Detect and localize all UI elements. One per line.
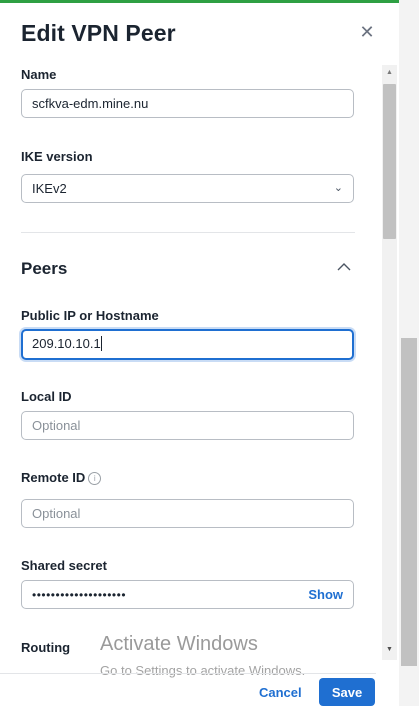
public-ip-field[interactable]: 209.10.10.1 <box>21 329 354 360</box>
peers-section-title: Peers <box>21 259 68 278</box>
top-accent-bar <box>0 0 419 3</box>
close-icon[interactable]: ✕ <box>357 22 377 42</box>
scroll-up-arrow-icon[interactable]: ▲ <box>382 66 397 80</box>
ike-version-label: IKE version <box>21 149 93 164</box>
local-id-label: Local ID <box>21 389 72 404</box>
shared-secret-field[interactable]: •••••••••••••••••••• Show <box>21 580 354 609</box>
remote-id-label-text: Remote ID <box>21 470 86 485</box>
activate-windows-subtitle: Go to Settings to activate Windows. <box>100 663 306 678</box>
chevron-down-icon: ⌄ <box>333 182 343 194</box>
chevron-up-icon[interactable] <box>336 259 352 275</box>
dialog-scrollbar-thumb[interactable] <box>383 84 396 239</box>
local-id-field[interactable]: Optional <box>21 411 354 440</box>
save-button[interactable]: Save <box>319 678 375 706</box>
ike-version-select[interactable]: IKEv2 ⌄ <box>21 174 354 203</box>
public-ip-label: Public IP or Hostname <box>21 308 159 323</box>
page-scrollbar-thumb[interactable] <box>401 338 417 666</box>
name-label: Name <box>21 67 57 82</box>
cancel-button[interactable]: Cancel <box>259 685 302 700</box>
section-divider <box>21 232 355 233</box>
ike-version-value: IKEv2 <box>32 181 67 196</box>
dialog-title: Edit VPN Peer <box>21 20 176 46</box>
activate-windows-title: Activate Windows <box>100 633 258 655</box>
shared-secret-masked: •••••••••••••••••••• <box>32 588 127 602</box>
show-secret-button[interactable]: Show <box>308 581 343 608</box>
shared-secret-label: Shared secret <box>21 558 107 573</box>
footer-divider <box>0 673 376 674</box>
routing-label: Routing <box>21 640 71 655</box>
info-icon[interactable]: i <box>88 472 102 485</box>
public-ip-value: 209.10.10.1 <box>32 336 101 351</box>
remote-id-label: Remote ID i <box>21 470 102 485</box>
scroll-down-arrow-icon[interactable]: ▼ <box>382 643 397 657</box>
text-cursor <box>100 336 102 351</box>
remote-id-field[interactable]: Optional <box>21 499 354 528</box>
name-field[interactable]: scfkva-edm.mine.nu <box>21 89 354 118</box>
